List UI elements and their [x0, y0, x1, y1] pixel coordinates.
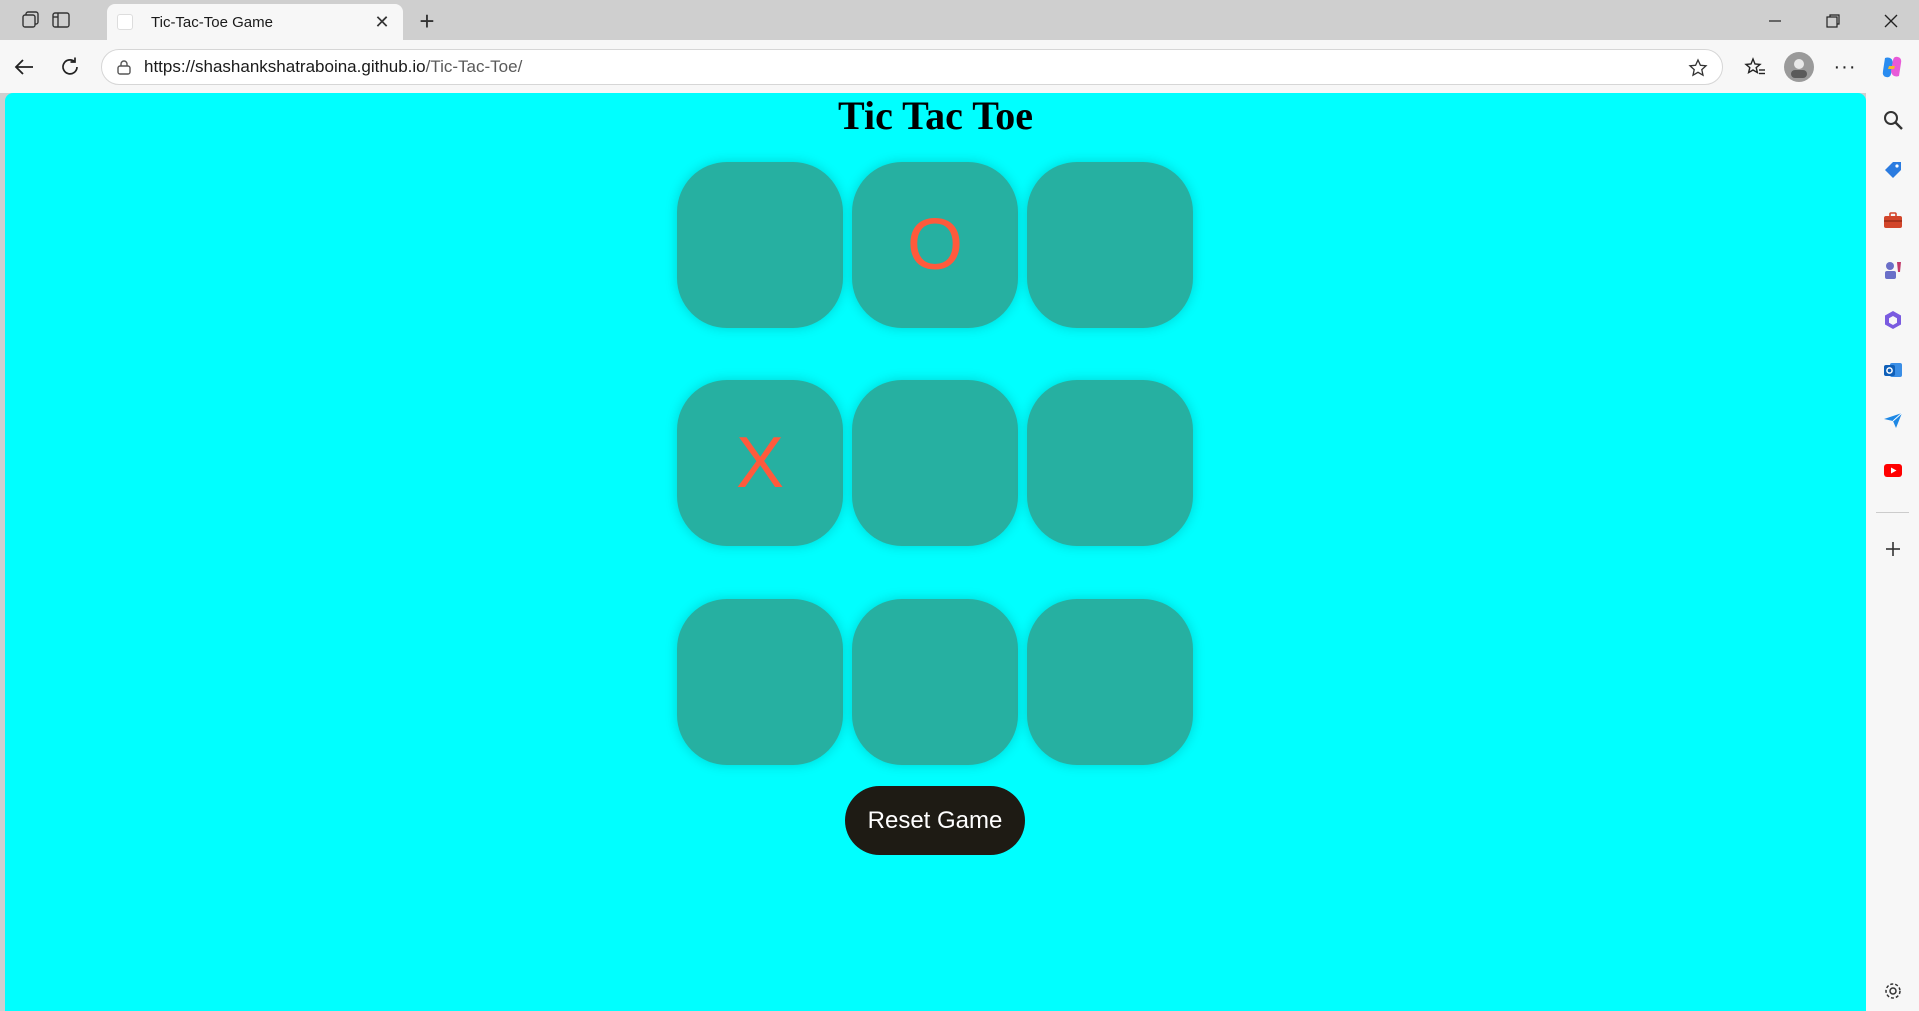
navigation-bar: https://shashankshatraboina.github.io/Ti… [0, 40, 1919, 93]
page-viewport: Tic Tac Toe O X Reset Game [5, 93, 1866, 1011]
shopping-tag-icon[interactable] [1880, 157, 1906, 183]
microsoft365-icon[interactable] [1880, 307, 1906, 333]
games-icon[interactable] [1880, 257, 1906, 283]
address-bar[interactable]: https://shashankshatraboina.github.io/Ti… [101, 49, 1723, 85]
favorite-star-icon[interactable] [1686, 56, 1710, 80]
active-tab[interactable]: Tic-Tac-Toe Game ✕ [107, 4, 403, 40]
workspaces-icon[interactable] [17, 8, 45, 32]
profile-avatar[interactable] [1784, 52, 1814, 82]
outlook-icon[interactable] [1880, 357, 1906, 383]
cell-0[interactable] [677, 162, 843, 328]
cell-2[interactable] [1027, 162, 1193, 328]
cell-8[interactable] [1027, 599, 1193, 765]
add-icon[interactable] [1880, 536, 1906, 562]
reset-game-button[interactable]: Reset Game [845, 786, 1025, 855]
send-icon[interactable] [1880, 407, 1906, 433]
settings-icon[interactable] [1880, 978, 1906, 1004]
lock-icon[interactable] [116, 58, 134, 76]
cell-6[interactable] [677, 599, 843, 765]
copilot-icon[interactable] [1877, 52, 1907, 82]
restore-button[interactable] [1810, 6, 1856, 36]
close-window-button[interactable] [1868, 6, 1914, 36]
tab-title: Tic-Tac-Toe Game [151, 13, 273, 31]
minimize-button[interactable] [1752, 6, 1798, 36]
cell-5[interactable] [1027, 380, 1193, 546]
close-tab-icon[interactable]: ✕ [371, 12, 393, 33]
more-options-icon[interactable]: ··· [1830, 52, 1860, 82]
cell-7[interactable] [852, 599, 1018, 765]
search-icon[interactable] [1880, 107, 1906, 133]
favorites-icon[interactable] [1740, 52, 1770, 82]
cell-1[interactable]: O [852, 162, 1018, 328]
page-title: Tic Tac Toe [838, 93, 1033, 138]
url-text: https://shashankshatraboina.github.io/Ti… [144, 57, 523, 76]
new-tab-button[interactable]: + [412, 6, 442, 36]
edge-sidebar [1866, 93, 1919, 1011]
cell-4[interactable] [852, 380, 1018, 546]
sidebar-divider [1876, 512, 1909, 513]
youtube-icon[interactable] [1880, 457, 1906, 483]
refresh-button[interactable] [55, 52, 85, 82]
tab-strip: Tic-Tac-Toe Game ✕ + [0, 0, 1919, 40]
favicon-icon [117, 14, 133, 30]
tools-icon[interactable] [1880, 207, 1906, 233]
back-button[interactable] [9, 52, 39, 82]
vertical-tabs-icon[interactable] [47, 8, 75, 32]
cell-3[interactable]: X [677, 380, 843, 546]
